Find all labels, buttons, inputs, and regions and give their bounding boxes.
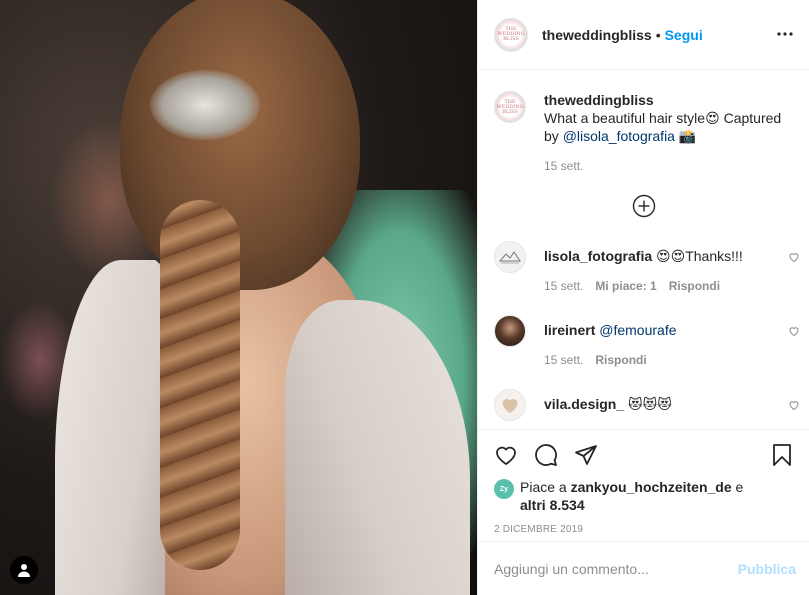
avatar-logo-text: THE WEDDING BLISS: [497, 26, 525, 42]
publish-button[interactable]: Pubblica: [738, 561, 796, 577]
commenter-avatar[interactable]: [494, 315, 526, 347]
camera-emoji: 📸: [674, 128, 697, 144]
likes-prefix: Piace a: [520, 479, 571, 495]
comment-meta: 15 sett. Mi piace: 1 Rispondi: [544, 279, 743, 293]
post-caption: THE WEDDING BLISS theweddingbliss What a…: [494, 71, 794, 173]
caption-date: 15 sett.: [544, 159, 584, 173]
comment-meta: 15 sett. Rispondi: [544, 353, 677, 367]
liker-avatar-text: Zy: [499, 485, 509, 493]
action-icons-row: [494, 442, 794, 468]
load-more-comments[interactable]: [494, 193, 794, 219]
liker-username[interactable]: zankyou_hochzeiten_de: [571, 479, 732, 495]
comment-likes-count[interactable]: Mi piace: 1: [595, 279, 656, 293]
more-options-button[interactable]: [775, 24, 795, 44]
tagged-users-button[interactable]: [10, 556, 38, 584]
commenter-avatar[interactable]: [494, 389, 526, 421]
post-actions: Zy Piace a zankyou_hochzeiten_de e altri…: [478, 429, 809, 535]
heart-eyes-emoji: 😍: [705, 110, 720, 126]
comments-section[interactable]: THE WEDDING BLISS theweddingbliss What a…: [478, 71, 809, 429]
comment-text: lisola_fotografia 😍😍Thanks!!!: [544, 241, 743, 265]
comment-username[interactable]: lisola_fotografia: [544, 248, 652, 264]
comment-text: lireinert @femourafe: [544, 315, 677, 339]
photo-braid: [160, 200, 240, 570]
likes-text: Piace a zankyou_hochzeiten_de e altri 8.…: [520, 478, 743, 514]
caption-username[interactable]: theweddingbliss: [544, 92, 654, 108]
post-date[interactable]: 2 dicembre 2019: [494, 524, 794, 535]
caption-text: theweddingbliss What a beautiful hair st…: [544, 91, 794, 145]
author-username[interactable]: theweddingbliss: [542, 27, 652, 43]
comment-item: vila.design_ 😻😻😻: [494, 389, 799, 421]
comment-input[interactable]: [494, 560, 738, 577]
comment-like-heart-icon[interactable]: [788, 325, 800, 337]
like-heart-icon[interactable]: [494, 443, 518, 467]
comment-item: lireinert @femourafe 15 sett. Rispondi: [494, 315, 799, 367]
comment-username[interactable]: lireinert: [544, 322, 595, 338]
instagram-post: THE WEDDING BLISS theweddingbliss • Segu…: [0, 0, 809, 595]
post-side-panel: THE WEDDING BLISS theweddingbliss • Segu…: [477, 0, 809, 595]
comment-like-heart-icon[interactable]: [788, 251, 800, 263]
comment-item: lisola_fotografia 😍😍Thanks!!! 15 sett. M…: [494, 241, 799, 293]
photo-hair: [120, 0, 360, 290]
caption-author-avatar[interactable]: THE WEDDING BLISS: [494, 91, 526, 123]
author-avatar[interactable]: THE WEDDING BLISS: [494, 17, 528, 52]
likes-summary: Zy Piace a zankyou_hochzeiten_de e altri…: [494, 478, 794, 514]
comment-username[interactable]: vila.design_: [544, 396, 624, 412]
comment-like-heart-icon[interactable]: [788, 399, 800, 411]
save-bookmark-icon[interactable]: [770, 443, 794, 467]
heart-logo-icon: [502, 399, 518, 414]
comment-bubble-icon[interactable]: [534, 443, 558, 467]
mountain-logo-icon: [498, 251, 521, 264]
caption-mention-link[interactable]: @lisola_fotografia: [563, 128, 675, 144]
comment-date: 15 sett.: [544, 279, 584, 293]
share-paper-plane-icon[interactable]: [574, 443, 598, 467]
comment-reply-button[interactable]: Rispondi: [595, 353, 646, 367]
commenter-avatar[interactable]: [494, 241, 526, 273]
caption-body: What a beautiful hair style: [544, 110, 706, 126]
comment-reply-button[interactable]: Rispondi: [669, 279, 720, 293]
more-dots-icon: [777, 32, 793, 36]
header-separator: •: [655, 26, 661, 43]
photo-hair-clip: [150, 70, 260, 140]
post-photo[interactable]: [0, 0, 477, 595]
comment-body: 😻😻😻: [628, 396, 672, 412]
comment-text: vila.design_ 😻😻😻: [544, 389, 672, 413]
plus-circle-icon[interactable]: [632, 194, 656, 218]
likes-others-count[interactable]: altri 8.534: [520, 497, 585, 513]
user-tag-icon: [18, 564, 30, 577]
avatar-logo-text: THE WEDDING BLISS: [496, 98, 524, 115]
liker-avatar[interactable]: Zy: [494, 479, 514, 499]
comment-date: 15 sett.: [544, 353, 584, 367]
comment-body: 😍😍Thanks!!!: [656, 248, 743, 264]
add-comment-bar: Pubblica: [478, 541, 809, 595]
post-header: THE WEDDING BLISS theweddingbliss • Segu…: [478, 0, 809, 70]
likes-mid: e: [731, 479, 744, 495]
comment-mention-link[interactable]: @femourafe: [599, 322, 676, 338]
follow-button[interactable]: Segui: [665, 27, 703, 43]
